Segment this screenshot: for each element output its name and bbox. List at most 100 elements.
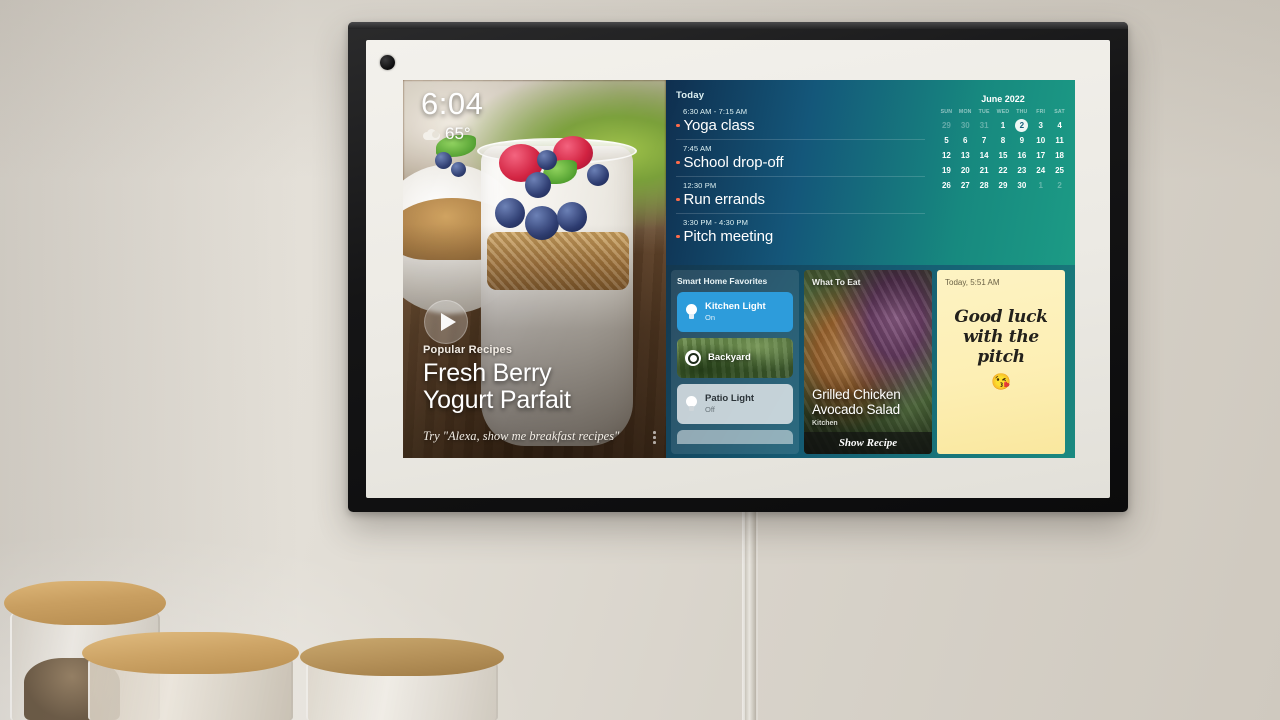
calendar-day[interactable]: 18	[1050, 149, 1069, 162]
calendar-day[interactable]: 31	[975, 119, 994, 132]
calendar-dow: SAT	[1054, 109, 1065, 115]
calendar-dow: FRI	[1036, 109, 1046, 115]
calendar-day[interactable]: 9	[1012, 134, 1031, 147]
calendar-day[interactable]: 8	[994, 134, 1013, 147]
smart-home-device-kitchen-light[interactable]: Kitchen Light On	[677, 292, 793, 332]
agenda-event[interactable]: 7:45 AM School drop-off	[676, 140, 925, 177]
note-line1: Good luck	[954, 307, 1048, 327]
calendar-day[interactable]: 20	[956, 164, 975, 177]
agenda-widget[interactable]: Today 6:30 AM - 7:15 AM Yoga class 7:45 …	[666, 88, 935, 265]
calendar-dow: TUE	[978, 109, 990, 115]
calendar-day[interactable]: 27	[956, 179, 975, 192]
play-icon[interactable]	[424, 300, 468, 344]
recipe-kicker: Popular Recipes	[423, 344, 513, 356]
recipe-text-block: Popular Recipes Fresh Berry Yogurt Parfa…	[423, 344, 652, 444]
device-top-edge	[348, 22, 1128, 29]
device-state: Off	[705, 404, 715, 414]
what-to-eat-kicker: What To Eat	[812, 277, 861, 287]
calendar-day[interactable]: 22	[994, 164, 1013, 177]
calendar-day[interactable]: 30	[956, 119, 975, 132]
smart-home-device-partial[interactable]	[677, 430, 793, 444]
storage-jar-right	[300, 638, 504, 720]
event-dot-icon	[676, 123, 680, 128]
recipe-title-line1: Fresh Berry	[423, 359, 552, 387]
device-name: Kitchen Light	[705, 301, 766, 313]
agenda-calendar-panel: Today 6:30 AM - 7:15 AM Yoga class 7:45 …	[666, 80, 1075, 265]
calendar-day[interactable]: 6	[956, 134, 975, 147]
cork-lid	[82, 632, 299, 674]
kebab-menu-icon[interactable]	[653, 431, 656, 444]
smart-home-device-backyard-camera[interactable]: Backyard	[677, 338, 793, 378]
what-to-eat-widget[interactable]: What To Eat Grilled Chicken Avocado Sala…	[804, 270, 932, 454]
agenda-event[interactable]: 6:30 AM - 7:15 AM Yoga class	[676, 103, 925, 140]
camera-icon	[685, 350, 701, 366]
event-time: 12:30 PM	[683, 181, 717, 190]
calendar-month-title: June 2022	[981, 94, 1025, 104]
agenda-label: Today	[676, 90, 705, 101]
event-time: 6:30 AM - 7:15 AM	[683, 107, 748, 116]
temperature-value: 65°	[445, 124, 471, 143]
calendar-day[interactable]: 4	[1050, 119, 1069, 132]
agenda-event[interactable]: 12:30 PM Run errands	[676, 177, 925, 214]
calendar-day[interactable]: 1	[994, 119, 1013, 132]
dish-title-line1: Grilled Chicken	[812, 387, 901, 403]
calendar-day[interactable]: 30	[1012, 179, 1031, 192]
event-time: 3:30 PM - 4:30 PM	[683, 218, 749, 227]
lightbulb-icon	[685, 304, 698, 320]
calendar-widget[interactable]: June 2022 SUN MON TUE WED THU FRI SAT 29…	[935, 88, 1075, 265]
what-to-eat-text-block: Grilled Chicken Avocado Salad Kitchen	[812, 387, 926, 427]
recipe-hero-card[interactable]: 6:04 65° Popular Recipes Fresh Berry Yog…	[403, 80, 666, 458]
calendar-dow: WED	[996, 109, 1010, 115]
note-line2: with the	[963, 327, 1039, 348]
calendar-day[interactable]: 17	[1031, 149, 1050, 162]
calendar-day[interactable]: 26	[937, 179, 956, 192]
calendar-day[interactable]: 1	[1031, 179, 1050, 192]
calendar-day[interactable]: 14	[975, 149, 994, 162]
calendar-day[interactable]: 2	[1050, 179, 1069, 192]
lightbulb-icon	[685, 396, 698, 412]
camera-icon	[380, 55, 395, 70]
calendar-day[interactable]: 29	[994, 179, 1013, 192]
event-dot-icon	[676, 160, 680, 165]
smart-home-title: Smart Home Favorites	[677, 276, 768, 286]
calendar-day[interactable]: 21	[975, 164, 994, 177]
note-timestamp: Today, 5:51 AM	[945, 278, 1000, 287]
calendar-day[interactable]: 5	[937, 134, 956, 147]
calendar-day-today-label: 2	[1015, 119, 1029, 132]
clock-weather-block: 6:04 65°	[421, 88, 483, 144]
cork-lid	[300, 638, 504, 676]
agenda-event[interactable]: 3:30 PM - 4:30 PM Pitch meeting	[676, 214, 925, 250]
sticky-note-widget[interactable]: Today, 5:51 AM Good luck with the pitch …	[937, 270, 1065, 454]
dish-source: Kitchen	[812, 420, 838, 427]
widgets-column: Today 6:30 AM - 7:15 AM Yoga class 7:45 …	[666, 80, 1075, 458]
widget-cards-row: Smart Home Favorites Kitchen Light On Ba…	[666, 265, 1075, 458]
calendar-grid: SUN MON TUE WED THU FRI SAT 29 30 31 1 2…	[937, 109, 1069, 192]
display-screen: 6:04 65° Popular Recipes Fresh Berry Yog…	[403, 80, 1075, 458]
event-dot-icon	[676, 234, 680, 239]
calendar-day[interactable]: 11	[1050, 134, 1069, 147]
calendar-day[interactable]: 10	[1031, 134, 1050, 147]
event-title: Run errands	[683, 191, 766, 208]
device-name: Backyard	[708, 351, 751, 363]
event-dot-icon	[676, 197, 680, 202]
calendar-day[interactable]: 16	[1012, 149, 1031, 162]
weather-readout: 65°	[423, 124, 483, 144]
dish-title-line2: Avocado Salad	[812, 402, 900, 418]
calendar-day[interactable]: 15	[994, 149, 1013, 162]
calendar-day[interactable]: 12	[937, 149, 956, 162]
calendar-dow: SUN	[940, 109, 953, 115]
calendar-day[interactable]: 29	[937, 119, 956, 132]
show-recipe-button[interactable]: Show Recipe	[804, 432, 932, 454]
smart-home-favorites-widget: Smart Home Favorites Kitchen Light On Ba…	[671, 270, 799, 454]
smart-home-device-patio-light[interactable]: Patio Light Off	[677, 384, 793, 424]
calendar-day[interactable]: 3	[1031, 119, 1050, 132]
calendar-day[interactable]: 19	[937, 164, 956, 177]
event-time: 7:45 AM	[683, 144, 712, 153]
calendar-day[interactable]: 28	[975, 179, 994, 192]
calendar-day[interactable]: 13	[956, 149, 975, 162]
calendar-day[interactable]: 7	[975, 134, 994, 147]
calendar-day[interactable]: 23	[1012, 164, 1031, 177]
calendar-day[interactable]: 25	[1050, 164, 1069, 177]
calendar-day[interactable]: 24	[1031, 164, 1050, 177]
calendar-day-today[interactable]: 2	[1012, 119, 1031, 132]
